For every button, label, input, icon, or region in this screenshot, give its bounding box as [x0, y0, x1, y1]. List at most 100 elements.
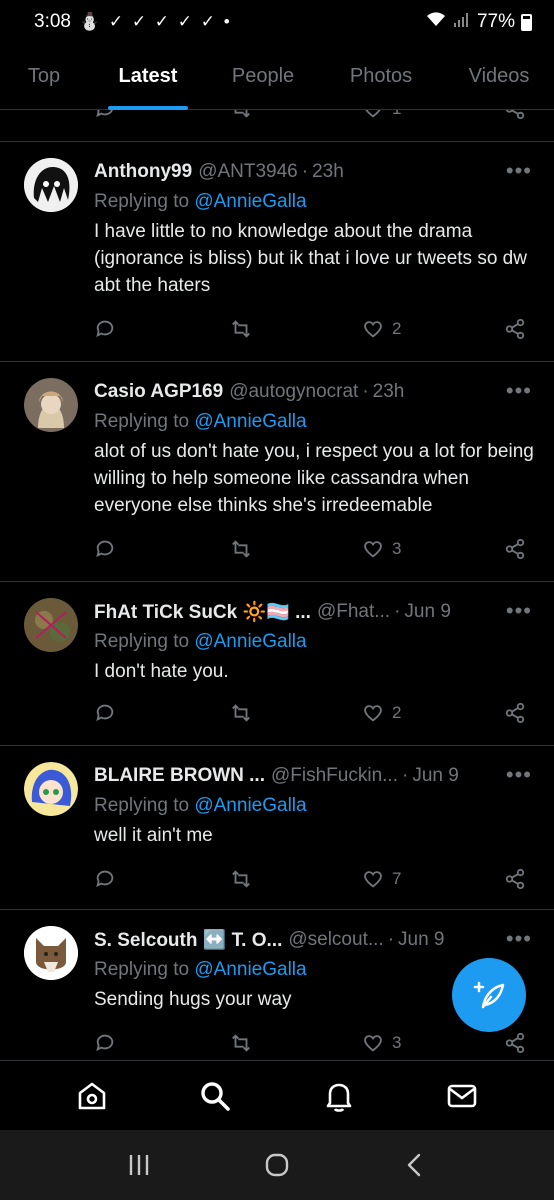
retweet-icon[interactable]	[230, 110, 252, 120]
reply-icon	[96, 320, 114, 338]
messages-tab[interactable]	[442, 1076, 482, 1116]
like-button[interactable]: 2	[362, 702, 401, 724]
tweet-text: alot of us don't hate you, i respect you…	[94, 441, 534, 516]
like-button[interactable]: 3	[362, 1032, 401, 1054]
signal-icon	[453, 11, 471, 33]
like-button[interactable]: 2	[362, 318, 401, 340]
tweet-text: I don't hate you.	[94, 661, 229, 682]
share-button[interactable]	[504, 868, 526, 890]
tab-photos[interactable]: Photos	[318, 44, 444, 110]
more-icon[interactable]: •••	[506, 926, 532, 952]
heart-icon	[364, 705, 382, 722]
tab-people[interactable]: People	[208, 44, 318, 110]
tab-latest[interactable]: Latest	[88, 44, 208, 110]
recents-button[interactable]	[119, 1145, 159, 1185]
author-handle: @ANT3946	[198, 161, 298, 182]
recents-icon	[129, 1155, 149, 1175]
back-button[interactable]	[395, 1145, 435, 1185]
more-icon[interactable]: •••	[506, 378, 532, 404]
avatar[interactable]	[24, 158, 78, 212]
mention-link[interactable]: @AnnieGalla	[194, 191, 306, 212]
tweet-item[interactable]: BLAIRE BROWN ... @FishFuckin... · Jun 9 …	[0, 746, 554, 910]
mention-link[interactable]: @AnnieGalla	[194, 411, 306, 432]
home-tab[interactable]	[72, 1076, 112, 1116]
mention-link[interactable]: @AnnieGalla	[194, 959, 306, 980]
search-tabs: Top Latest People Photos Videos	[0, 44, 554, 110]
share-button[interactable]	[504, 318, 526, 340]
author-name[interactable]: Anthony99	[94, 161, 192, 183]
tweet-item[interactable]: Anthony99 @ANT3946 · 23h Replying to @An…	[0, 142, 554, 362]
tweet-time: Jun 9	[404, 601, 451, 622]
replying-to: Replying to @AnnieGalla	[94, 411, 307, 432]
retweet-icon	[232, 704, 250, 722]
retweet-icon	[232, 540, 250, 558]
avatar[interactable]	[24, 926, 78, 980]
compose-button[interactable]	[452, 958, 526, 1032]
bell-icon	[326, 1083, 352, 1112]
reply-button[interactable]	[94, 538, 116, 560]
mention-link[interactable]: @AnnieGalla	[194, 631, 306, 652]
author-handle: @autogynocrat	[229, 381, 359, 402]
notification-icons: ⛄ ✓ ✓ ✓ ✓ ✓ •	[78, 12, 232, 31]
retweet-button[interactable]	[230, 1032, 252, 1054]
search-icon	[201, 1081, 231, 1111]
heart-icon	[364, 321, 382, 338]
share-icon	[505, 538, 525, 560]
reply-button[interactable]	[94, 868, 116, 890]
avatar[interactable]	[24, 762, 78, 816]
share-icon	[505, 318, 525, 340]
share-button[interactable]	[504, 702, 526, 724]
reply-icon	[96, 704, 114, 722]
retweet-icon	[232, 1034, 250, 1052]
back-icon	[407, 1153, 421, 1177]
more-icon[interactable]: •••	[506, 762, 532, 788]
heart-icon	[364, 541, 382, 558]
search-tab[interactable]	[195, 1076, 235, 1116]
avatar[interactable]	[24, 598, 78, 652]
author-name[interactable]: Casio AGP169	[94, 381, 223, 403]
like-button[interactable]: 1	[362, 110, 401, 120]
like-button[interactable]: 3	[362, 538, 401, 560]
author-name[interactable]: BLAIRE BROWN ...	[94, 765, 265, 787]
battery-percent: 77%	[476, 11, 515, 32]
more-icon[interactable]: •••	[506, 598, 532, 624]
author-handle: @selcout...	[288, 929, 384, 950]
author-handle: @FishFuckin...	[271, 765, 398, 786]
reply-button[interactable]	[94, 702, 116, 724]
tab-videos[interactable]: Videos	[444, 44, 554, 110]
mention-link[interactable]: @AnnieGalla	[194, 795, 306, 816]
tweet-item[interactable]: Casio AGP169 @autogynocrat · 23h Replyin…	[0, 362, 554, 582]
reply-icon[interactable]	[94, 110, 116, 120]
retweet-button[interactable]	[230, 538, 252, 560]
replying-to: Replying to @AnnieGalla	[94, 191, 307, 212]
avatar[interactable]	[24, 378, 78, 432]
retweet-button[interactable]	[230, 868, 252, 890]
like-button[interactable]: 7	[362, 868, 401, 890]
like-count: 2	[392, 319, 402, 338]
tweet-actions: 7	[94, 868, 534, 892]
share-button[interactable]	[504, 1032, 526, 1054]
retweet-icon	[232, 870, 250, 888]
share-button[interactable]	[504, 538, 526, 560]
more-icon[interactable]: •••	[506, 158, 532, 184]
author-name[interactable]: FhAt TiCk SuCk 🔆🏳️‍⚧️ ...	[94, 600, 311, 624]
reply-button[interactable]	[94, 318, 116, 340]
reply-button[interactable]	[94, 1032, 116, 1054]
clock: 3:08	[34, 11, 71, 32]
home-icon	[78, 1082, 106, 1109]
tweet-text: well it ain't me	[94, 825, 213, 846]
tweet-actions: 2	[94, 318, 534, 342]
wifi-icon	[425, 10, 447, 34]
reply-icon	[96, 540, 114, 558]
home-system-button[interactable]	[257, 1145, 297, 1185]
retweet-button[interactable]	[230, 318, 252, 340]
share-icon[interactable]	[504, 110, 526, 120]
tweet-item[interactable]: FhAt TiCk SuCk 🔆🏳️‍⚧️ ... @Fhat... · Jun…	[0, 582, 554, 746]
notifications-tab[interactable]	[319, 1076, 359, 1116]
battery-icon	[521, 13, 532, 31]
tab-top[interactable]: Top	[0, 44, 88, 110]
tweet-actions: 2	[94, 702, 534, 726]
status-bar: 3:08 ⛄ ✓ ✓ ✓ ✓ ✓ • 77%	[0, 0, 554, 44]
retweet-button[interactable]	[230, 702, 252, 724]
author-name[interactable]: S. Selcouth ↔️ T. O...	[94, 928, 282, 952]
